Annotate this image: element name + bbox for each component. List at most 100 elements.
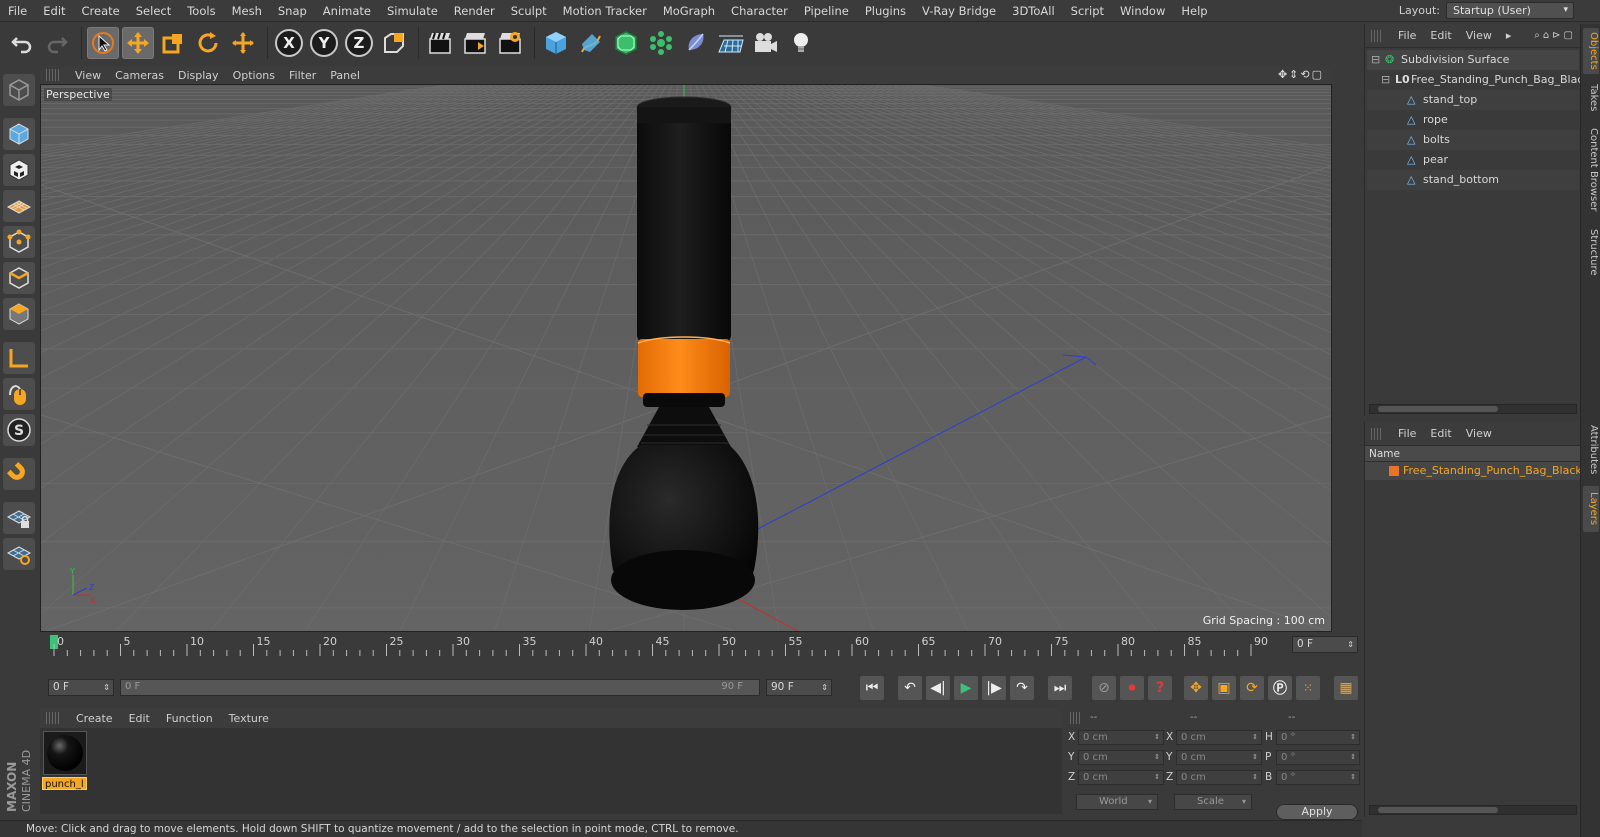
- layer-color-swatch[interactable]: [1389, 466, 1399, 476]
- workplane-mode-button[interactable]: [3, 190, 35, 222]
- viewport-nav-icons[interactable]: ✥⇕⟲▢: [1278, 68, 1324, 81]
- key-position-button[interactable]: ✥: [1184, 676, 1208, 700]
- key-parameter-button[interactable]: Ⓟ: [1268, 676, 1292, 700]
- pos-x-field[interactable]: 0 cm: [1078, 730, 1164, 745]
- add-mograph-button[interactable]: [645, 27, 677, 59]
- menu-plugins[interactable]: Plugins: [857, 4, 914, 18]
- model-mode-button[interactable]: [3, 118, 35, 150]
- point-mode-button[interactable]: [3, 226, 35, 258]
- object-menu-edit[interactable]: Edit: [1423, 29, 1458, 42]
- menu-character[interactable]: Character: [723, 4, 796, 18]
- tree-item-pear[interactable]: △ pear: [1367, 150, 1579, 170]
- menu-create[interactable]: Create: [74, 4, 128, 18]
- menu-window[interactable]: Window: [1112, 4, 1173, 18]
- tree-item-subdivision-surface[interactable]: ⊟ ❂ Subdivision Surface: [1367, 50, 1579, 70]
- tree-item-bolts[interactable]: △ bolts: [1367, 130, 1579, 150]
- add-deformer-button[interactable]: [680, 27, 712, 59]
- layer-menu-view[interactable]: View: [1459, 427, 1499, 440]
- material-menu-function[interactable]: Function: [158, 712, 221, 725]
- object-menu-view[interactable]: View: [1459, 29, 1499, 42]
- object-menu-file[interactable]: File: [1391, 29, 1423, 42]
- layer-row[interactable]: Free_Standing_Punch_Bag_Black: [1365, 462, 1582, 480]
- key-scale-button[interactable]: ▣: [1212, 676, 1236, 700]
- layer-manager-scrollbar[interactable]: [1369, 805, 1577, 815]
- z-axis-button[interactable]: Z: [343, 27, 375, 59]
- object-manager-tool-icons[interactable]: ⌕⌂⊳▢: [1534, 30, 1576, 41]
- menu-3dtoall[interactable]: 3DToAll: [1004, 4, 1063, 18]
- y-axis-button[interactable]: Y: [308, 27, 340, 59]
- menu-script[interactable]: Script: [1063, 4, 1112, 18]
- size-z-field[interactable]: 0 cm: [1176, 770, 1262, 785]
- key-rotation-button[interactable]: ⟳: [1240, 676, 1264, 700]
- material-menu-edit[interactable]: Edit: [121, 712, 158, 725]
- tab-structure[interactable]: Structure: [1583, 222, 1599, 282]
- menu-edit[interactable]: Edit: [35, 4, 73, 18]
- object-menu-more-icon[interactable]: ▸: [1499, 29, 1519, 42]
- axis-mode-button[interactable]: [3, 342, 35, 374]
- panel-grip-icon[interactable]: [46, 712, 60, 724]
- add-camera-button[interactable]: [750, 27, 782, 59]
- frame-range-slider[interactable]: 0 F 90 F: [120, 679, 760, 696]
- planar-workplane-button[interactable]: [3, 538, 35, 570]
- tree-item-stand-bottom[interactable]: △ stand_bottom: [1367, 170, 1579, 190]
- viewport-menu-view[interactable]: View: [68, 69, 108, 82]
- menu-render[interactable]: Render: [446, 4, 503, 18]
- tree-item-rope[interactable]: △ rope: [1367, 110, 1579, 130]
- viewport-menu-panel[interactable]: Panel: [323, 69, 367, 82]
- goto-start-button[interactable]: ⏮: [860, 676, 884, 700]
- viewport-menu-filter[interactable]: Filter: [282, 69, 323, 82]
- polygon-mode-button[interactable]: [3, 298, 35, 330]
- panel-grip-icon[interactable]: [1371, 29, 1383, 42]
- rot-h-field[interactable]: 0 °: [1276, 730, 1360, 745]
- last-tool-button[interactable]: [227, 27, 259, 59]
- panel-grip-icon[interactable]: [1070, 712, 1082, 724]
- size-x-field[interactable]: 0 cm: [1176, 730, 1262, 745]
- layout-dropdown[interactable]: Startup (User): [1446, 2, 1574, 19]
- keyframe-selection-button[interactable]: ?: [1148, 676, 1172, 700]
- make-editable-button[interactable]: [3, 74, 35, 106]
- next-key-button[interactable]: ↷: [1010, 676, 1034, 700]
- rotate-tool-button[interactable]: [192, 27, 224, 59]
- menu-tools[interactable]: Tools: [179, 4, 223, 18]
- viewport-menu-display[interactable]: Display: [171, 69, 226, 82]
- viewport-menu-options[interactable]: Options: [226, 69, 282, 82]
- undo-button[interactable]: [6, 27, 38, 59]
- tree-item-stand-top[interactable]: △ stand_top: [1367, 90, 1579, 110]
- coordinate-mode-dropdown[interactable]: World: [1076, 794, 1158, 810]
- panel-grip-icon[interactable]: [1371, 427, 1383, 440]
- tab-objects[interactable]: Objects: [1583, 28, 1599, 74]
- layer-menu-edit[interactable]: Edit: [1423, 427, 1458, 440]
- move-tool-button[interactable]: [122, 27, 154, 59]
- tab-takes[interactable]: Takes: [1583, 78, 1599, 118]
- coordinate-system-button[interactable]: [378, 27, 410, 59]
- menu-mograph[interactable]: MoGraph: [655, 4, 723, 18]
- lock-workplane-button[interactable]: [3, 502, 35, 534]
- play-button[interactable]: ▶: [954, 676, 978, 700]
- tab-attributes[interactable]: Attributes: [1583, 420, 1599, 480]
- layer-menu-file[interactable]: File: [1391, 427, 1423, 440]
- live-selection-button[interactable]: [87, 27, 119, 59]
- tree-collapse-icon[interactable]: ⊟: [1371, 50, 1380, 70]
- render-settings-button[interactable]: [494, 27, 526, 59]
- 3d-viewport[interactable]: Y Z X Perspective Grid Spacing : 100 cm: [40, 84, 1332, 632]
- menu-simulate[interactable]: Simulate: [379, 4, 446, 18]
- key-pla-button[interactable]: ⁙: [1296, 676, 1320, 700]
- start-frame-field[interactable]: 0 F: [48, 679, 114, 696]
- menu-animate[interactable]: Animate: [315, 4, 379, 18]
- rot-p-field[interactable]: 0 °: [1276, 750, 1360, 765]
- prev-frame-button[interactable]: ◀|: [926, 676, 950, 700]
- size-mode-dropdown[interactable]: Scale: [1174, 794, 1252, 810]
- goto-end-button[interactable]: ⏭: [1048, 676, 1072, 700]
- render-view-button[interactable]: [424, 27, 456, 59]
- add-floor-button[interactable]: [715, 27, 747, 59]
- material-menu-texture[interactable]: Texture: [221, 712, 277, 725]
- material-menu-create[interactable]: Create: [68, 712, 121, 725]
- next-frame-button[interactable]: |▶: [982, 676, 1006, 700]
- menu-mesh[interactable]: Mesh: [224, 4, 270, 18]
- timeline-ruler[interactable]: 0 5 10 15 20 25 30 35 40 45 50 55 60 65 70 75 80 85 90: [48, 634, 1314, 658]
- size-y-field[interactable]: 0 cm: [1176, 750, 1262, 765]
- menu-help[interactable]: Help: [1173, 4, 1215, 18]
- rot-b-field[interactable]: 0 °: [1276, 770, 1360, 785]
- add-cube-button[interactable]: [540, 27, 572, 59]
- scrollbar-thumb[interactable]: [1378, 807, 1498, 813]
